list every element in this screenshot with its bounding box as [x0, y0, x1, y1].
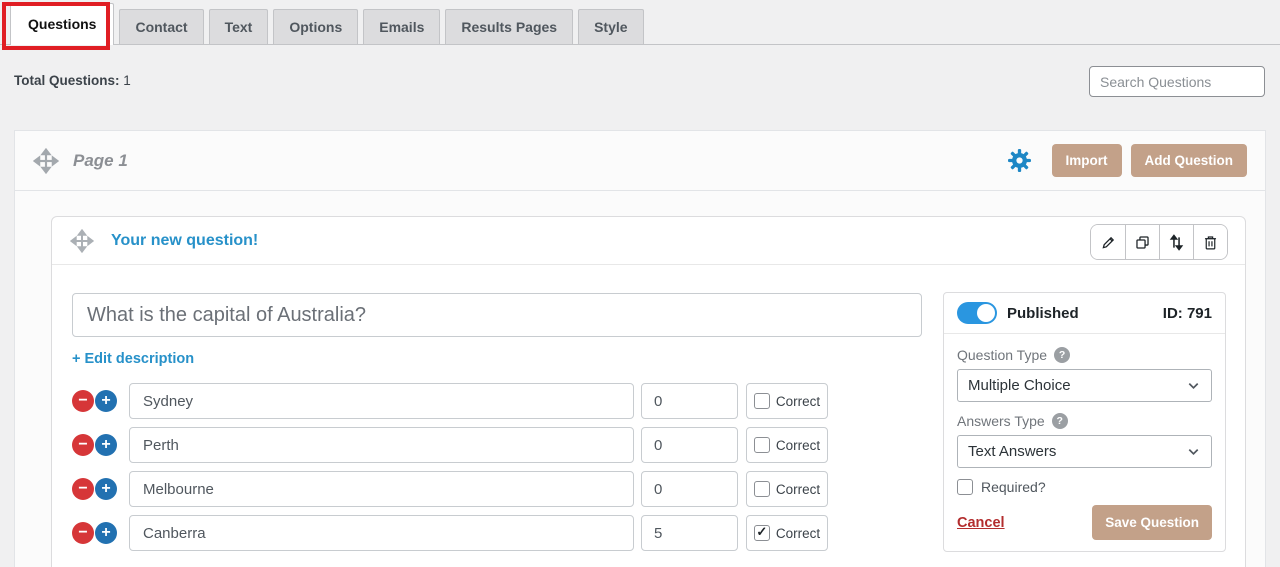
- tab-results-pages[interactable]: Results Pages: [445, 9, 574, 44]
- published-label: Published: [1007, 304, 1079, 322]
- correct-checkbox[interactable]: [753, 437, 770, 453]
- question-type-label: Question Type: [957, 347, 1048, 363]
- cancel-link[interactable]: Cancel: [957, 515, 1005, 531]
- remove-answer-button[interactable]: −: [72, 478, 94, 500]
- answer-points-input[interactable]: [641, 383, 738, 419]
- published-toggle[interactable]: [957, 302, 997, 324]
- settings-panel-body: Question Type ? Multiple Choice Answers …: [944, 334, 1225, 540]
- page-drag-handle[interactable]: [33, 147, 59, 174]
- copy-icon: [1136, 235, 1149, 249]
- page-panel: Page 1 Import Add Question Your new ques…: [14, 130, 1266, 567]
- required-checkbox[interactable]: [957, 479, 973, 495]
- move-icon: [33, 147, 59, 174]
- question-type-value: Multiple Choice: [968, 377, 1071, 394]
- delete-question-button[interactable]: [1193, 225, 1227, 259]
- add-question-button[interactable]: Add Question: [1130, 144, 1247, 177]
- tab-questions[interactable]: Questions: [10, 3, 115, 45]
- correct-checkbox-group[interactable]: Correct: [746, 383, 828, 419]
- page-header: Page 1 Import Add Question: [15, 131, 1265, 191]
- add-answer-button[interactable]: +: [95, 478, 117, 500]
- save-question-button[interactable]: Save Question: [1092, 505, 1212, 540]
- question-drag-handle[interactable]: [70, 228, 94, 253]
- answer-row: − + Correct: [52, 515, 952, 551]
- correct-label: Correct: [775, 437, 821, 453]
- gear-icon: [1007, 149, 1031, 172]
- question-title-link[interactable]: Your new question!: [111, 232, 258, 250]
- sort-arrows-icon: [1169, 233, 1184, 251]
- total-questions-text: Total Questions: 1: [14, 73, 131, 88]
- remove-answer-button[interactable]: −: [72, 390, 94, 412]
- total-questions-value: 1: [123, 73, 131, 88]
- answers-type-label: Answers Type: [957, 413, 1045, 429]
- answer-points-input[interactable]: [641, 471, 738, 507]
- tab-text[interactable]: Text: [208, 9, 269, 44]
- question-card-body: + Edit description − + Correct: [52, 265, 1245, 567]
- question-type-select[interactable]: Multiple Choice: [957, 369, 1212, 402]
- question-action-group: [1090, 224, 1228, 260]
- answer-points-input[interactable]: [641, 427, 738, 463]
- settings-panel-header: Published ID: 791: [944, 293, 1225, 334]
- question-card-header: Your new question!: [52, 217, 1245, 265]
- chevron-down-icon: [1188, 383, 1199, 390]
- correct-label: Correct: [775, 393, 821, 409]
- answer-text-input[interactable]: [129, 471, 634, 507]
- pencil-icon: [1102, 236, 1114, 248]
- answer-text-input[interactable]: [129, 515, 634, 551]
- correct-checkbox-group[interactable]: Correct: [746, 471, 828, 507]
- edit-question-button[interactable]: [1091, 225, 1125, 259]
- quiz-editor-screen: Questions Contact Text Options Emails Re…: [0, 0, 1280, 567]
- remove-answer-button[interactable]: −: [72, 434, 94, 456]
- add-answer-button[interactable]: +: [95, 390, 117, 412]
- correct-checkbox[interactable]: [753, 481, 770, 497]
- answer-row: − + Correct: [52, 427, 952, 463]
- answer-row: − + Correct: [52, 383, 952, 419]
- answer-row: − + Correct: [52, 471, 952, 507]
- answers-type-select[interactable]: Text Answers: [957, 435, 1212, 468]
- page-title: Page 1: [73, 150, 128, 170]
- question-id-text: ID: 791: [1162, 304, 1212, 322]
- tab-bar: Questions Contact Text Options Emails Re…: [0, 0, 1280, 45]
- tab-emails[interactable]: Emails: [363, 9, 441, 44]
- remove-answer-button[interactable]: −: [72, 522, 94, 544]
- answers-type-value: Text Answers: [968, 443, 1057, 460]
- tab-options[interactable]: Options: [273, 9, 359, 44]
- answer-points-input[interactable]: [641, 515, 738, 551]
- question-card: Your new question! What is the capital o…: [51, 216, 1246, 567]
- correct-checkbox-group[interactable]: Correct: [746, 515, 828, 551]
- tab-style[interactable]: Style: [578, 9, 644, 44]
- import-button[interactable]: Import: [1051, 144, 1122, 177]
- duplicate-question-button[interactable]: [1125, 225, 1159, 259]
- total-questions-label: Total Questions:: [14, 73, 120, 88]
- chevron-down-icon: [1188, 449, 1199, 456]
- required-label: Required?: [981, 479, 1046, 495]
- correct-label: Correct: [775, 525, 821, 541]
- answer-text-input[interactable]: [129, 383, 634, 419]
- edit-description-link[interactable]: + Edit description: [72, 351, 194, 367]
- required-checkbox-group[interactable]: Required?: [957, 479, 1212, 495]
- add-answer-button[interactable]: +: [95, 434, 117, 456]
- page-settings-button[interactable]: [1007, 148, 1032, 173]
- reorder-question-button[interactable]: [1159, 225, 1193, 259]
- toggle-knob: [977, 304, 995, 322]
- help-icon[interactable]: ?: [1051, 413, 1068, 429]
- question-settings-panel: Published ID: 791 Question Type ? Multip…: [943, 292, 1226, 552]
- answer-text-input[interactable]: [129, 427, 634, 463]
- correct-checkbox-group[interactable]: Correct: [746, 427, 828, 463]
- correct-checkbox[interactable]: [753, 393, 770, 409]
- trash-icon: [1204, 235, 1217, 249]
- add-answer-button[interactable]: +: [95, 522, 117, 544]
- correct-checkbox[interactable]: [753, 524, 770, 541]
- help-icon[interactable]: ?: [1054, 347, 1071, 363]
- search-questions-input[interactable]: [1089, 66, 1265, 97]
- answers-list: − + Correct − +: [52, 383, 952, 559]
- question-text-input[interactable]: [72, 293, 922, 337]
- tab-contact[interactable]: Contact: [119, 9, 204, 44]
- correct-label: Correct: [775, 481, 821, 497]
- move-icon: [70, 228, 94, 253]
